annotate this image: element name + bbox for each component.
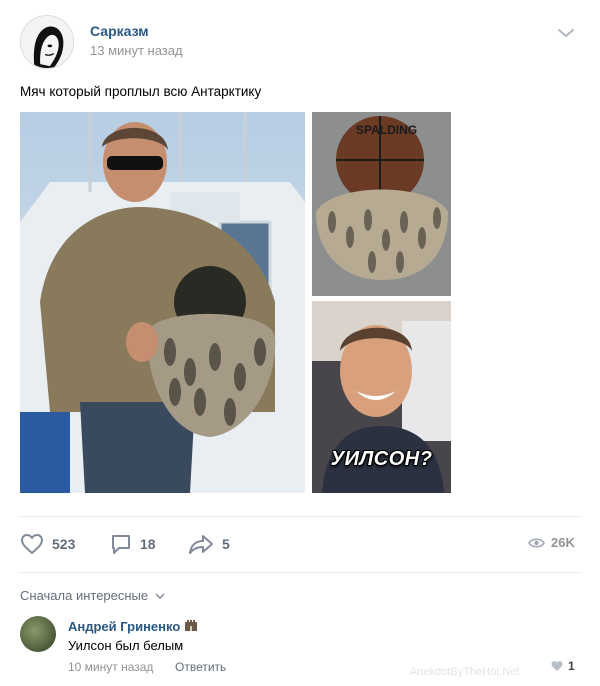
post-time[interactable]: 13 минут назад xyxy=(90,43,183,58)
comment-like-count: 1 xyxy=(568,659,575,673)
comments-sort-dropdown[interactable]: Сначала интересные xyxy=(20,588,165,603)
group-avatar[interactable] xyxy=(20,15,74,69)
meme-caption: УИЛСОН? xyxy=(330,448,433,470)
group-name[interactable]: Сарказм xyxy=(90,23,149,39)
chevron-down-icon xyxy=(155,593,165,600)
commenter-avatar[interactable] xyxy=(20,616,56,652)
comment-time[interactable]: 10 минут назад xyxy=(68,660,153,674)
watermark: AnekdotByTheHot.Net xyxy=(410,666,520,678)
share-icon xyxy=(189,535,213,554)
share-button[interactable]: 5 xyxy=(188,532,230,556)
divider xyxy=(20,572,580,573)
comment-count: 18 xyxy=(140,536,156,552)
like-button[interactable]: 523 xyxy=(20,532,75,556)
comment-icon xyxy=(112,535,130,554)
views-count: 26K xyxy=(551,535,575,550)
castle-badge-icon xyxy=(184,618,198,631)
heart-icon xyxy=(551,661,563,671)
avatar-illustration xyxy=(21,16,73,68)
comment-text: Уилсон был белым xyxy=(68,638,184,653)
commenter-name[interactable]: Андрей Гриненко xyxy=(68,619,180,634)
divider xyxy=(20,516,580,517)
like-count: 523 xyxy=(52,536,76,552)
photo-meme-face[interactable]: УИЛСОН? xyxy=(312,301,451,493)
ball-brand-text: SPALDING xyxy=(356,123,417,137)
post-text: Мяч который проплыл всю Антарктику xyxy=(20,84,262,99)
reply-button[interactable]: Ответить xyxy=(175,660,226,674)
eye-icon xyxy=(528,537,545,548)
photo-barnacle-ball[interactable]: SPALDING xyxy=(312,112,451,296)
chevron-down-icon[interactable] xyxy=(556,26,576,40)
comment-button[interactable]: 18 xyxy=(110,532,156,556)
heart-icon xyxy=(21,534,43,554)
comments-sort-label: Сначала интересные xyxy=(20,588,149,603)
views-counter: 26K xyxy=(528,535,575,550)
photo-man-with-ball[interactable] xyxy=(20,112,305,493)
share-count: 5 xyxy=(222,536,230,552)
comment-like-button[interactable]: 1 xyxy=(550,659,575,673)
post: Сарказм 13 минут назад Мяч который пропл… xyxy=(0,0,600,686)
